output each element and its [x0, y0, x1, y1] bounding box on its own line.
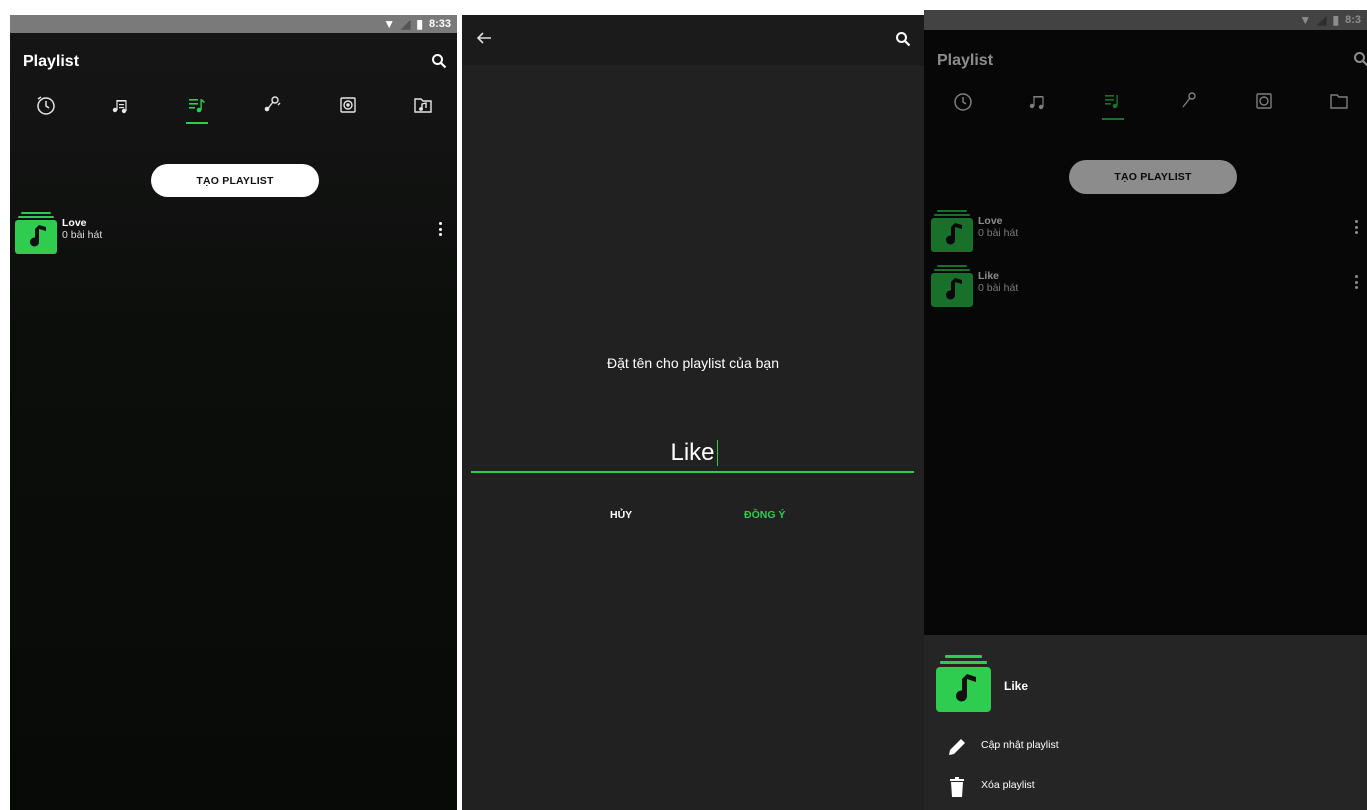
- tab-folder[interactable]: [1325, 87, 1353, 115]
- tab-artist[interactable]: [1175, 87, 1203, 115]
- playlist-icon: [189, 99, 205, 113]
- tab-songs[interactable]: [107, 91, 135, 119]
- trash-icon: [950, 777, 964, 797]
- tab-songs[interactable]: [1024, 87, 1052, 115]
- playlist-name-input[interactable]: [471, 433, 914, 473]
- playlist-art-icon: [936, 655, 991, 712]
- page-title: Playlist: [937, 52, 994, 69]
- more-options-icon[interactable]: [1350, 272, 1362, 292]
- artist-icon: [264, 96, 281, 112]
- playlist-song-count: 0 bài hát: [978, 227, 1019, 239]
- tab-recent[interactable]: [949, 87, 977, 115]
- playlist-options-screen: ▼ ◢ ▮ 8:3 Playlist TẠO PLAYLIST Love 0 b…: [924, 10, 1367, 810]
- playlist-screen: ▼ ◢ ▮ 8:33 Playlist TẠO PLAYLIST Love 0 …: [10, 15, 457, 810]
- folder-icon: [1330, 94, 1348, 109]
- wifi-icon: ▼: [383, 17, 396, 31]
- delete-playlist-label: Xóa playlist: [981, 779, 1035, 791]
- status-time: 8:33: [428, 18, 451, 30]
- battery-icon: ▮: [416, 17, 423, 31]
- tab-album[interactable]: [334, 91, 362, 119]
- tab-bar: [10, 91, 457, 131]
- cancel-button[interactable]: HỦY: [610, 509, 632, 521]
- playlist-song-count: 0 bài hát: [978, 282, 1019, 294]
- active-tab-indicator: [186, 122, 208, 124]
- search-icon[interactable]: [892, 28, 914, 50]
- playlist-art-icon: [931, 265, 973, 307]
- search-icon[interactable]: [428, 50, 450, 72]
- playlist-song-count: 0 bài hát: [62, 229, 103, 241]
- status-time: 8:3: [1345, 14, 1361, 26]
- status-bar: ▼ ◢ ▮ 8:3: [924, 10, 1367, 30]
- playlist-icon: [1105, 95, 1118, 109]
- album-icon: [340, 97, 356, 113]
- text-caret: [717, 440, 718, 466]
- status-bar: ▼ ◢ ▮ 8:33: [10, 15, 457, 33]
- playlist-item[interactable]: Love 0 bài hát: [931, 210, 1367, 254]
- artist-icon: [1182, 92, 1196, 108]
- dialog-title: Đặt tên cho playlist của bạn: [607, 355, 779, 371]
- recent-history-icon: [37, 96, 55, 115]
- create-playlist-button[interactable]: TẠO PLAYLIST: [151, 164, 319, 197]
- page-title: Playlist: [23, 53, 80, 70]
- delete-playlist-option[interactable]: Xóa playlist: [924, 771, 1367, 801]
- app-bar: [462, 15, 924, 65]
- pencil-icon: [949, 739, 965, 755]
- tab-playlist[interactable]: [1099, 87, 1127, 115]
- playlist-name: Like: [978, 270, 1000, 282]
- tab-playlist[interactable]: [183, 91, 211, 119]
- battery-icon: ▮: [1332, 13, 1340, 27]
- sheet-title: Like: [1004, 679, 1029, 693]
- no-signal-icon: ◢: [401, 17, 411, 31]
- no-signal-icon: ◢: [1317, 13, 1327, 27]
- update-playlist-option[interactable]: Cập nhật playlist: [924, 731, 1367, 761]
- songs-icon: [1029, 96, 1044, 110]
- playlist-item[interactable]: Love 0 bài hát: [15, 212, 457, 256]
- search-icon[interactable]: [1350, 48, 1367, 70]
- wifi-icon: ▼: [1299, 13, 1312, 27]
- playlist-art-icon: [15, 212, 57, 254]
- playlist-item[interactable]: Like 0 bài hát: [931, 265, 1367, 309]
- confirm-button[interactable]: ĐỒNG Ý: [744, 509, 785, 521]
- album-icon: [1256, 93, 1272, 109]
- playlist-options-sheet: Like Cập nhật playlist Xóa playlist: [924, 635, 1367, 810]
- active-tab-indicator: [1102, 118, 1124, 120]
- playlist-name: Love: [978, 215, 1003, 227]
- more-options-icon[interactable]: [434, 219, 446, 239]
- tab-folder[interactable]: [409, 91, 437, 119]
- name-playlist-dialog-screen: Đặt tên cho playlist của bạn HỦY ĐỒNG Ý: [462, 15, 924, 810]
- more-options-icon[interactable]: [1350, 217, 1362, 237]
- back-arrow-icon[interactable]: [474, 28, 496, 50]
- recent-history-icon: [954, 93, 972, 111]
- update-playlist-label: Cập nhật playlist: [981, 739, 1059, 751]
- tab-recent[interactable]: [32, 91, 60, 119]
- tab-artist[interactable]: [258, 91, 286, 119]
- tab-bar: [924, 87, 1367, 127]
- create-playlist-button[interactable]: TẠO PLAYLIST: [1069, 160, 1237, 194]
- playlist-name: Love: [62, 217, 87, 229]
- songs-icon: [112, 100, 127, 114]
- playlist-art-icon: [931, 210, 973, 252]
- folder-icon: [414, 98, 432, 113]
- tab-album[interactable]: [1250, 87, 1278, 115]
